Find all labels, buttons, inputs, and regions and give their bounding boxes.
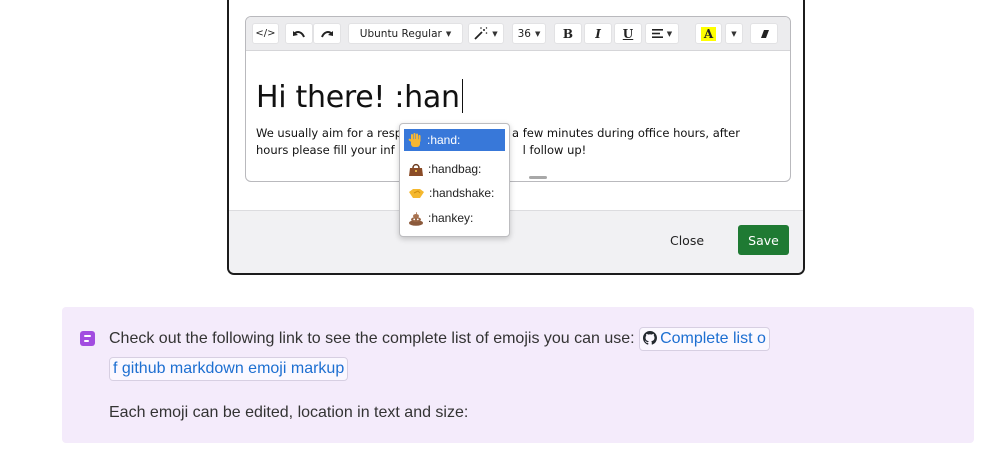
magic-format-button[interactable]: ▼ [468,23,504,44]
emoji-option-hand[interactable]: :hand: [404,129,505,151]
emoji-code: :hankey: [428,211,474,225]
callout-message: Check out the following link to see the … [109,330,635,347]
editor-modal: </> Ubuntu Regular ▼ ▼ 36 ▼ B I U ▼ A ▼ … [227,0,805,275]
raised-hand-icon [408,133,421,147]
emoji-option-handbag[interactable]: :handbag: [404,158,505,180]
pile-of-poo-icon [409,211,423,226]
undo-button[interactable] [285,23,313,44]
emoji-option-handshake[interactable]: :handshake: [404,182,505,204]
undo-icon [293,30,305,37]
editor-paragraph: We usually aim for a resp a few minutes d… [256,125,776,159]
eraser-icon [760,29,769,38]
headline-text: Hi there! :han [256,80,460,115]
link-text: Complete list o [660,330,766,347]
emoji-code: :hand: [427,133,461,147]
text-color-dropdown[interactable]: ▼ [725,23,743,44]
paragraph-text: a few minutes during office hours, after [512,126,740,140]
text-cursor [461,79,463,113]
handshake-icon [409,188,424,198]
chevron-down-icon: ▼ [666,29,673,38]
horizontal-scrollbar[interactable] [529,176,547,179]
emoji-code: :handbag: [428,162,482,176]
clear-format-button[interactable] [750,23,778,44]
callout-text: Check out the following link to see the … [109,324,959,384]
chevron-down-icon: ▼ [445,29,452,38]
callout-subtext: Each emoji can be edited, location in te… [109,404,469,421]
note-icon [80,331,95,346]
editor-content[interactable]: Hi there! :han We usually aim for a resp… [256,79,780,159]
bold-icon: B [562,26,574,41]
italic-button[interactable]: I [584,23,612,44]
editor-toolbar: </> Ubuntu Regular ▼ ▼ 36 ▼ B I U ▼ A ▼ [246,17,790,51]
redo-button[interactable] [313,23,341,44]
emoji-option-hankey[interactable]: :hankey: [404,207,505,229]
modal-footer: Close Save [229,210,803,273]
info-callout: Check out the following link to see the … [62,307,974,443]
magic-wand-icon [474,27,488,40]
paragraph-text: We usually aim for a resp [256,126,403,140]
paragraph-text: l follow up! [522,143,587,157]
bold-button[interactable]: B [554,23,582,44]
emoji-code: :handshake: [429,186,495,200]
save-button[interactable]: Save [738,225,789,255]
font-size-select[interactable]: 36 ▼ [512,23,546,44]
code-view-icon: </> [255,28,276,39]
link-text: f github markdown emoji markup [113,360,345,377]
text-color-button[interactable]: A [695,23,722,44]
handbag-icon [409,163,423,176]
underline-icon: U [622,26,634,41]
font-family-select[interactable]: Ubuntu Regular ▼ [348,23,463,44]
underline-button[interactable]: U [614,23,642,44]
editor-headline: Hi there! :han [256,79,780,115]
align-icon [651,29,663,38]
font-size-value: 36 [517,27,531,40]
redo-icon [321,30,333,37]
chevron-down-icon: ▼ [731,29,737,38]
paragraph-text: hours please fill your inf [256,143,395,157]
align-select[interactable]: ▼ [645,23,679,44]
chevron-down-icon: ▼ [534,29,541,38]
code-view-button[interactable]: </> [252,23,279,44]
text-color-icon: A [700,26,717,41]
italic-icon: I [595,26,601,41]
font-family-value: Ubuntu Regular [359,27,442,40]
chevron-down-icon: ▼ [492,29,498,38]
emoji-autocomplete-dropdown: :hand: :handbag: :handshake: :hankey: [399,123,510,237]
close-button[interactable]: Close [659,225,715,255]
github-icon [643,331,658,345]
rich-text-editor: </> Ubuntu Regular ▼ ▼ 36 ▼ B I U ▼ A ▼ … [245,16,791,182]
